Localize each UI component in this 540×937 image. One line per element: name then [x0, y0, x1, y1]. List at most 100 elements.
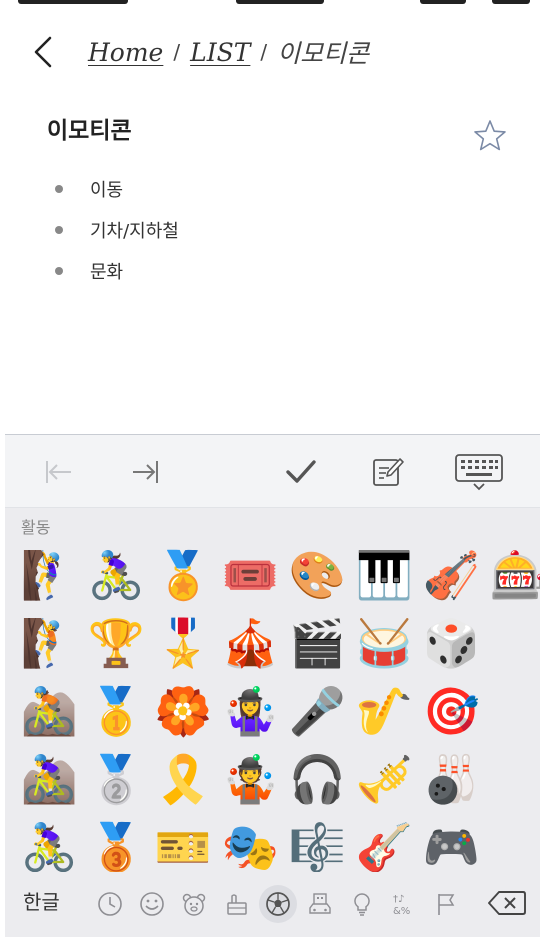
emoji-category-label: 활동	[21, 518, 51, 537]
checkmark-icon	[286, 460, 316, 483]
emoji-sports-medal[interactable]: 🏅	[150, 541, 217, 609]
emoji-empty-slot	[485, 745, 540, 813]
backspace-button[interactable]	[485, 884, 529, 922]
backspace-icon	[488, 891, 526, 915]
emoji-performing-arts[interactable]: 🎭	[217, 813, 284, 874]
emoji-biking-woman[interactable]: 🚴‍♀️	[83, 541, 150, 609]
bullet-icon	[55, 184, 63, 193]
flag-icon	[438, 894, 455, 915]
emoji-rosette[interactable]: 🏵️	[150, 677, 217, 745]
emoji-empty-slot	[485, 677, 540, 745]
emoji-bronze-medal[interactable]: 🥉	[83, 813, 150, 874]
tab-activity[interactable]	[259, 885, 297, 923]
emoji-game-die[interactable]: 🎲	[418, 609, 485, 677]
emoji-juggling-person[interactable]: 🤹	[217, 745, 284, 813]
emoji-grid: 🧗‍♀️ 🚴‍♀️ 🏅 🎟️ 🎨 🎹 🎻 🎰 🧗 🏆 🎖️ 🎪 🎬 🥁 🎲 🚵 …	[16, 541, 540, 874]
emoji-trumpet[interactable]: 🎺	[351, 745, 418, 813]
svg-text:†♪: †♪	[393, 894, 404, 905]
breadcrumb-separator: /	[260, 40, 268, 64]
outdent-button[interactable]	[39, 453, 79, 491]
emoji-gold-medal[interactable]: 🥇	[83, 677, 150, 745]
emoji-circus-tent[interactable]: 🎪	[217, 609, 284, 677]
tab-food[interactable]	[215, 886, 257, 922]
emoji-trophy[interactable]: 🏆	[83, 609, 150, 677]
tab-smileys[interactable]	[131, 886, 173, 922]
emoji-admission-ticket[interactable]: 🎟️	[217, 541, 284, 609]
breadcrumb: Home / LIST / 이모티콘	[88, 34, 369, 70]
emoji-guitar[interactable]: 🎸	[351, 813, 418, 874]
list-item[interactable]: 문화	[55, 250, 179, 291]
emoji-headphone[interactable]: 🎧	[284, 745, 351, 813]
hangul-switch-button[interactable]: 한글	[23, 886, 60, 915]
food-icon	[227, 894, 247, 915]
tab-symbols[interactable]: †♪ &%	[383, 886, 425, 922]
emoji-saxophone[interactable]: 🎷	[351, 677, 418, 745]
topic-list: 이동 기차/지하철 문화	[55, 168, 179, 291]
emoji-mountain-biking-woman[interactable]: 🚵‍♀️	[16, 745, 83, 813]
soccer-ball-icon	[266, 892, 290, 916]
outdent-icon	[46, 461, 71, 483]
favorite-button[interactable]	[472, 118, 508, 154]
bullet-icon	[55, 266, 63, 275]
breadcrumb-list-link[interactable]: LIST	[190, 38, 250, 67]
breadcrumb-separator: /	[173, 40, 181, 64]
tab-flags[interactable]	[425, 886, 467, 922]
symbols-icon: †♪&%	[393, 894, 410, 917]
emoji-climbing-woman[interactable]: 🧗‍♀️	[16, 541, 83, 609]
emoji-piano[interactable]: 🎹	[351, 541, 418, 609]
bullet-icon	[55, 225, 63, 234]
smiley-icon	[140, 892, 164, 916]
emoji-biking-woman[interactable]: 🚴‍♀️	[16, 813, 83, 874]
page-title: 이모티콘	[47, 118, 132, 144]
chevron-left-icon	[34, 36, 52, 68]
tab-animals[interactable]	[173, 886, 215, 922]
breadcrumb-home-link[interactable]: Home	[88, 38, 163, 67]
status-bar	[0, 0, 540, 14]
emoji-reminder-ribbon[interactable]: 🎗️	[150, 745, 217, 813]
building-car-icon	[309, 893, 331, 914]
emoji-panel: 활동 🧗‍♀️ 🚴‍♀️ 🏅 🎟️ 🎨 🎹 🎻 🎰 🧗 🏆 🎖️ 🎪 🎬 🥁 🎲…	[5, 508, 540, 874]
emoji-bowling[interactable]: 🎳	[418, 745, 485, 813]
keyboard-toolbar	[5, 435, 540, 508]
breadcrumb-current: 이모티콘	[277, 39, 370, 68]
tab-recent[interactable]	[89, 886, 131, 922]
list-item[interactable]: 기차/지하철	[55, 209, 179, 250]
keyboard-icon	[455, 454, 503, 491]
emoji-mountain-biking[interactable]: 🚵	[16, 677, 83, 745]
tab-travel[interactable]	[299, 886, 341, 922]
clock-icon	[98, 892, 122, 916]
navigation-bar: Home / LIST / 이모티콘	[0, 28, 540, 76]
done-button[interactable]	[281, 453, 321, 491]
emoji-direct-hit[interactable]: 🎯	[418, 677, 485, 745]
emoji-military-medal[interactable]: 🎖️	[150, 609, 217, 677]
lightbulb-icon	[354, 893, 370, 916]
emoji-violin[interactable]: 🎻	[418, 541, 485, 609]
hide-keyboard-button[interactable]	[451, 453, 507, 491]
emoji-artist-palette[interactable]: 🎨	[284, 541, 351, 609]
star-icon	[474, 120, 506, 151]
emoji-microphone[interactable]: 🎤	[284, 677, 351, 745]
emoji-clapper-board[interactable]: 🎬	[284, 609, 351, 677]
bear-icon	[182, 893, 206, 916]
emoji-video-game[interactable]: 🎮	[418, 813, 485, 874]
indent-button[interactable]	[125, 453, 165, 491]
edit-note-button[interactable]	[368, 453, 408, 491]
emoji-category-tabs: †♪ &%	[89, 885, 467, 923]
emoji-slot-machine[interactable]: 🎰	[485, 541, 540, 609]
emoji-silver-medal[interactable]: 🥈	[83, 745, 150, 813]
emoji-ticket[interactable]: 🎫	[150, 813, 217, 874]
list-item-label: 기차/지하철	[90, 220, 179, 242]
tab-objects[interactable]	[341, 886, 383, 922]
emoji-empty-slot	[485, 609, 540, 677]
emoji-juggling-woman[interactable]: 🤹‍♀️	[217, 677, 284, 745]
svg-text:&%: &%	[393, 906, 410, 917]
list-item-label: 이동	[90, 179, 124, 201]
indent-icon	[133, 461, 158, 483]
emoji-drum[interactable]: 🥁	[351, 609, 418, 677]
back-button[interactable]	[26, 34, 60, 70]
pencil-note-icon	[373, 458, 404, 486]
emoji-climbing-person[interactable]: 🧗	[16, 609, 83, 677]
emoji-musical-score[interactable]: 🎼	[284, 813, 351, 874]
emoji-keyboard: 활동 🧗‍♀️ 🚴‍♀️ 🏅 🎟️ 🎨 🎹 🎻 🎰 🧗 🏆 🎖️ 🎪 🎬 🥁 🎲…	[5, 434, 540, 937]
list-item[interactable]: 이동	[55, 168, 179, 209]
